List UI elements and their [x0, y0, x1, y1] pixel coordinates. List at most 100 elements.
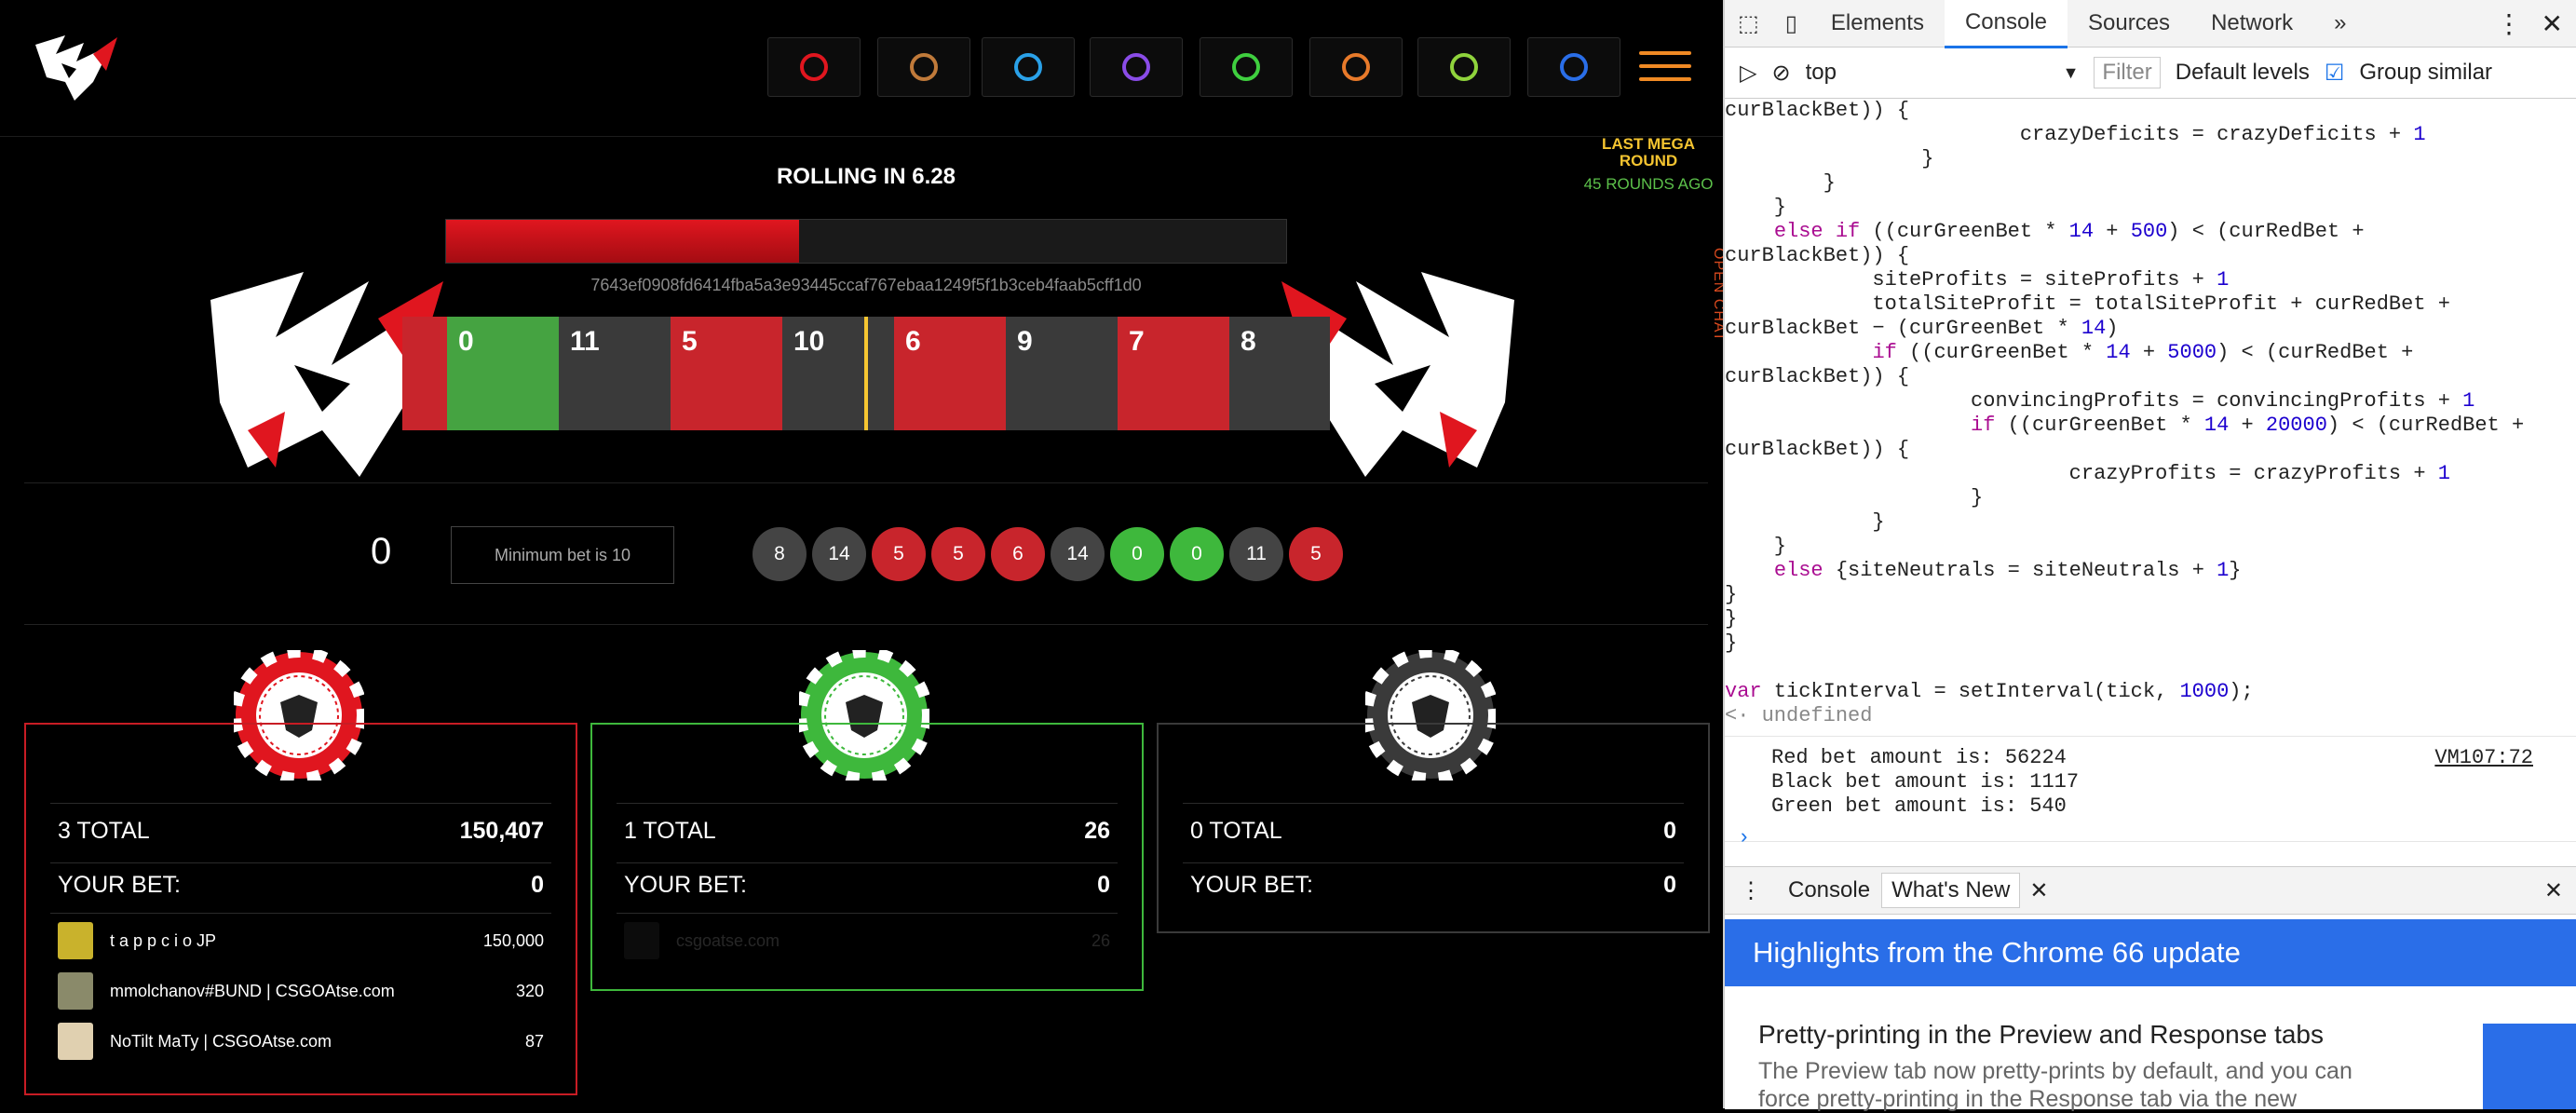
snowflake-nav-button[interactable] — [1527, 37, 1620, 97]
section-divider — [24, 624, 1708, 625]
panel-divider — [50, 913, 551, 914]
dice-icon — [1232, 53, 1260, 81]
roulette-tile: 10 — [782, 317, 894, 430]
red-bets-panel: 3 TOTAL 150,407 YOUR BET: 0 t a p p c i o … — [24, 723, 577, 1095]
kebab-menu-icon[interactable]: ⋮ — [2496, 8, 2522, 39]
open-chat-button[interactable]: OPEN CHAT — [1695, 248, 1727, 369]
close-icon[interactable]: ✕ — [2542, 8, 2563, 39]
roulette-tile: 11 — [559, 317, 671, 430]
red-your-bet-row: YOUR BET: 0 — [58, 872, 544, 899]
roulette-tile: 7 — [1118, 317, 1229, 430]
wolf-logo[interactable] — [28, 26, 125, 106]
total-label: 3 TOTAL — [58, 818, 150, 844]
log-line: Green bet amount is: 540 — [1771, 794, 2067, 818]
chart-nav-button[interactable] — [877, 37, 970, 97]
total-value: 26 — [1084, 818, 1110, 844]
roulette-tile: 0 — [447, 317, 559, 430]
roulette-tile: 6 — [894, 317, 1006, 430]
tab-network[interactable]: Network — [2190, 0, 2313, 47]
tab-sources[interactable]: Sources — [2068, 0, 2190, 47]
bettor-name: NoTilt MaTy | CSGOAtse.com — [110, 1031, 332, 1051]
tile-number: 10 — [793, 326, 825, 357]
device-toggle-icon[interactable]: ▯ — [1772, 0, 1810, 47]
context-select[interactable]: top — [1806, 60, 2048, 86]
article-title[interactable]: Pretty-printing in the Preview and Respo… — [1758, 1020, 2324, 1050]
menu-hamburger-icon[interactable] — [1639, 51, 1691, 81]
tile-number: 5 — [682, 326, 698, 357]
tile-number: 11 — [570, 326, 600, 357]
target-nav-button[interactable] — [1417, 37, 1511, 97]
console-code: curBlackBet)) { crazyDeficits = crazyDef… — [1725, 99, 2525, 727]
roulette-tile: 5 — [671, 317, 782, 430]
bettor-name: csgoatse.com — [676, 930, 780, 950]
bettor-row: NoTilt MaTy | CSGOAtse.com 87 — [58, 1023, 544, 1060]
black-bets-panel: 0 TOTAL 0 YOUR BET: 0 — [1157, 723, 1710, 933]
panel-divider — [617, 803, 1118, 804]
history-ball: 14 — [1051, 527, 1105, 581]
balance-value: 0 — [371, 531, 392, 572]
bet-amount-input[interactable]: Minimum bet is 10 — [451, 526, 674, 584]
panel-divider — [1183, 803, 1684, 804]
sidebar-toggle-icon[interactable]: ▷ — [1740, 60, 1756, 87]
drawer-menu-icon[interactable]: ⋮ — [1725, 877, 1777, 904]
filter-input[interactable]: Filter — [2094, 57, 2161, 88]
roulette-tile — [402, 317, 447, 430]
panel-divider — [1183, 862, 1684, 863]
devtools-panel: ⬚ ▯ Elements Console Sources Network » ⋮… — [1723, 0, 2576, 1112]
tile-number: 9 — [1017, 326, 1033, 357]
speed-icon — [1342, 53, 1370, 81]
black-your-bet-row: YOUR BET: 0 — [1190, 872, 1676, 899]
speed-nav-button[interactable] — [1309, 37, 1403, 97]
rolling-timer: ROLLING IN 6.28 — [776, 164, 956, 189]
tile-number: 6 — [905, 326, 921, 357]
devtools-drawer: ⋮ Console What's New ✕ ✕ Highlights from… — [1725, 866, 2576, 1112]
roll-progress-bar — [445, 219, 1287, 264]
console-toolbar: ▷ ⊘ top ▼ Filter Default levels ☑ Group … — [1725, 48, 2576, 99]
tile-number: 7 — [1129, 326, 1145, 357]
history-ball: 0 — [1170, 527, 1224, 581]
clear-console-icon[interactable]: ⊘ — [1771, 60, 1790, 87]
close-tab-icon[interactable]: ✕ — [2020, 877, 2057, 904]
roulette-tile: 9 — [1006, 317, 1118, 430]
panel-divider — [50, 803, 551, 804]
avatar — [58, 1023, 93, 1060]
history-ball: 6 — [991, 527, 1045, 581]
more-tabs-icon[interactable]: » — [2313, 0, 2366, 47]
total-label: 1 TOTAL — [624, 818, 716, 844]
history-ball: 8 — [752, 527, 807, 581]
drawer-tab-console[interactable]: Console — [1777, 877, 1881, 903]
inspect-icon[interactable]: ⬚ — [1725, 0, 1772, 47]
group-similar-label: Group similar — [2359, 60, 2493, 85]
eval-result: undefined — [1761, 704, 1873, 727]
header-divider — [0, 136, 1723, 137]
roulette-nav-button[interactable] — [767, 37, 861, 97]
console-output: Red bet amount is: 56224 Black bet amoun… — [1725, 736, 2576, 849]
your-bet-label: YOUR BET: — [58, 872, 181, 898]
chevron-down-icon[interactable]: ▼ — [2063, 63, 2080, 83]
history-ball: 5 — [931, 527, 985, 581]
tab-console[interactable]: Console — [1944, 0, 2068, 48]
your-bet-value: 0 — [531, 872, 544, 898]
bettor-row: mmolchanov#BUND | CSGOAtse.com 320 — [58, 972, 544, 1010]
dice-nav-button[interactable] — [1200, 37, 1293, 97]
close-drawer-icon[interactable]: ✕ — [2544, 877, 2563, 904]
bettor-amount: 26 — [1091, 930, 1110, 950]
bomb-nav-button[interactable] — [1090, 37, 1183, 97]
checkbox-icon[interactable]: ☑ — [2325, 60, 2345, 87]
drawer-tab-whats-new[interactable]: What's New — [1881, 873, 2021, 908]
article-body: The Preview tab now pretty-prints by def… — [1758, 1058, 2352, 1112]
site-area: ROLLING IN 6.28 7643ef0908fd6414fba5a3e9… — [0, 0, 1727, 1108]
roll-history: 8 14 5 5 6 14 0 0 11 5 — [752, 527, 1343, 581]
log-source-link[interactable]: VM107:72 — [2434, 746, 2533, 770]
total-value: 150,407 — [459, 818, 544, 844]
tab-elements[interactable]: Elements — [1810, 0, 1945, 47]
prompt-icon[interactable]: › — [1738, 826, 1750, 850]
avatar — [624, 922, 659, 959]
tile-number: 0 — [458, 326, 474, 357]
cards-nav-button[interactable] — [982, 37, 1075, 97]
panel-divider — [617, 862, 1118, 863]
bettor-amount: 320 — [515, 981, 544, 1000]
roulette-marker — [864, 317, 868, 430]
levels-select[interactable]: Default levels — [2176, 60, 2310, 86]
history-ball: 14 — [812, 527, 866, 581]
